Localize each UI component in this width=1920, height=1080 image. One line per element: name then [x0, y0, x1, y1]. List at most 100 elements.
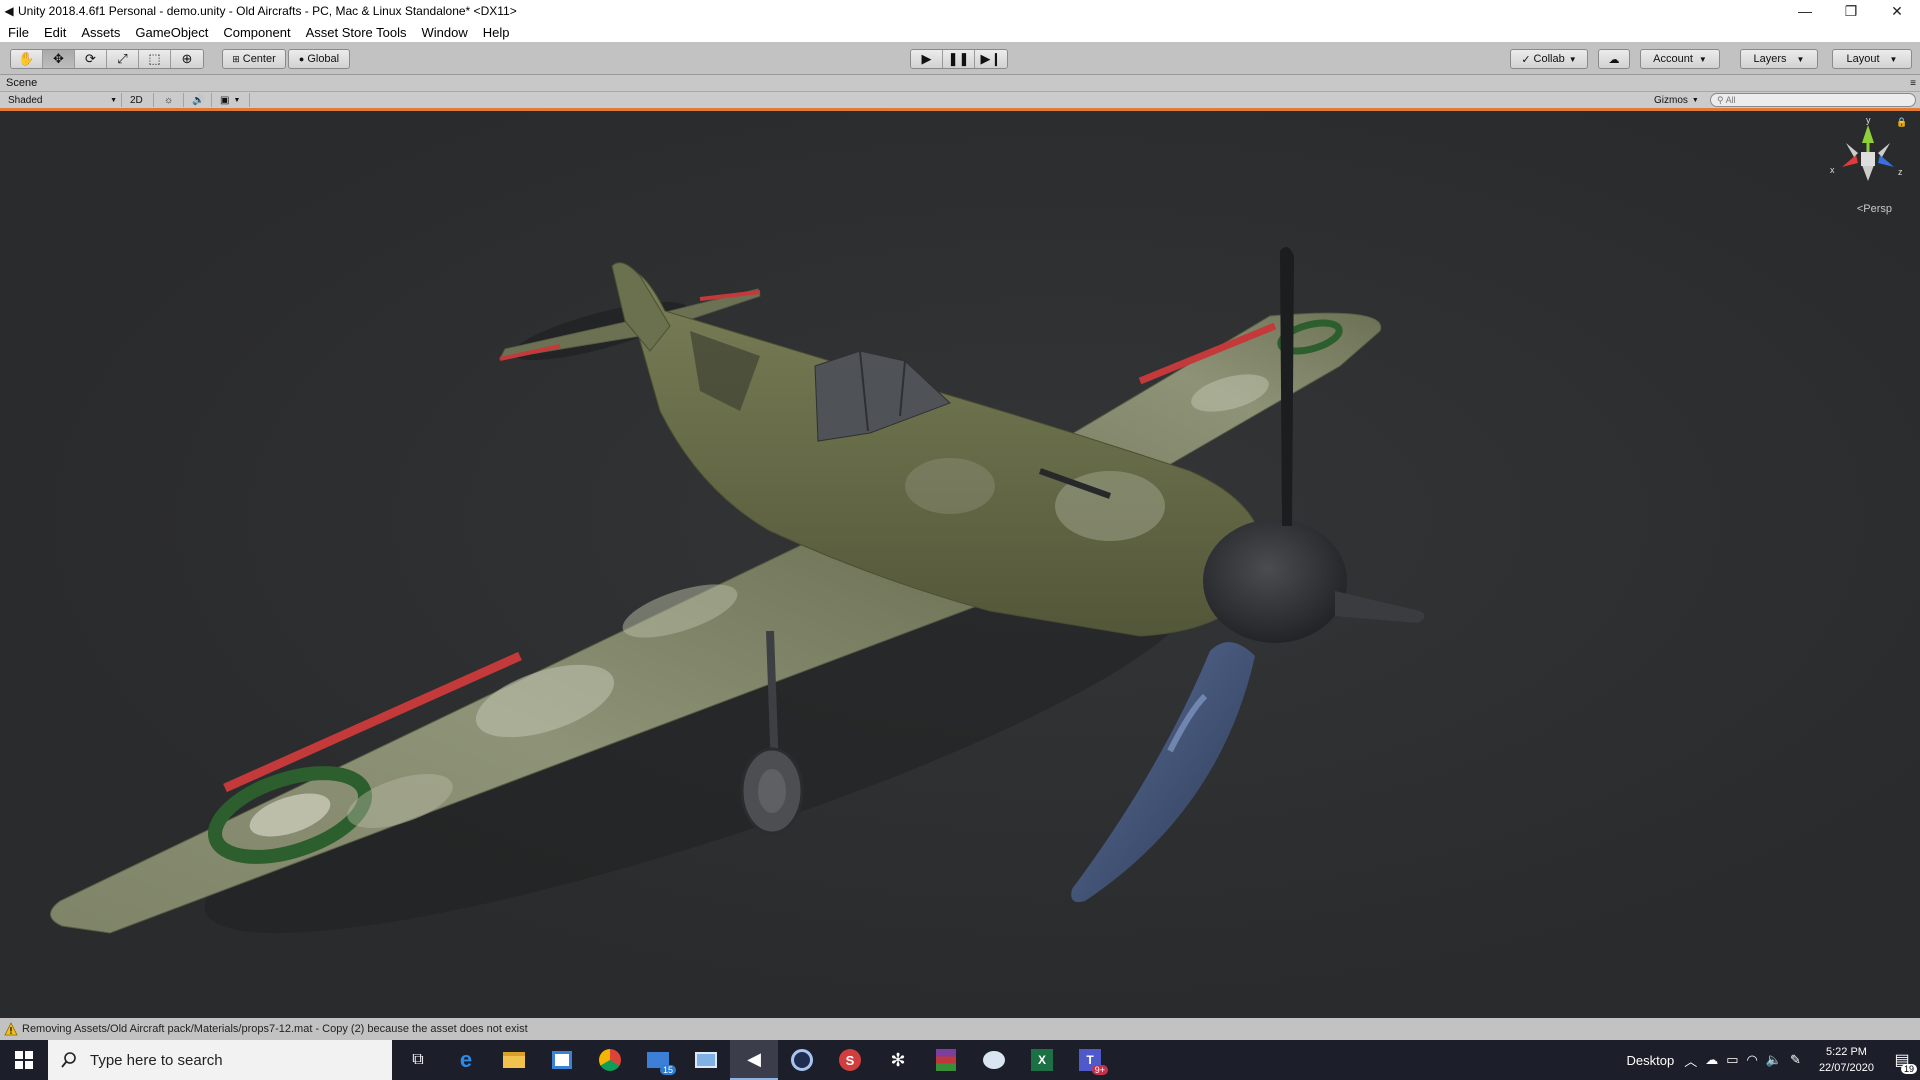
scene-tab-label: Scene — [6, 77, 38, 89]
paint-icon[interactable] — [970, 1040, 1018, 1080]
pivot-global-button[interactable]: ● Global — [288, 49, 350, 69]
notification-badge: 19 — [1900, 1064, 1917, 1074]
menu-help[interactable]: Help — [483, 25, 510, 40]
onedrive-icon[interactable]: ☁ — [1705, 1052, 1718, 1068]
menu-window[interactable]: Window — [422, 25, 468, 40]
unity-icon[interactable]: ◀ — [730, 1040, 778, 1080]
desktop-toolbar-label[interactable]: Desktop — [1626, 1053, 1674, 1068]
menu-asset-store-tools[interactable]: Asset Store Tools — [306, 25, 407, 40]
console-status-bar[interactable]: Removing Assets/Old Aircraft pack/Materi… — [0, 1018, 1920, 1040]
chevron-down-icon: ▼ — [1691, 96, 1699, 104]
axis-z-label: z — [1898, 167, 1903, 177]
window-title: Unity 2018.4.6f1 Personal - demo.unity -… — [18, 4, 517, 18]
scene-viewport[interactable]: y x z 🔒 <Persp — [0, 111, 1920, 1018]
aircraft-model[interactable] — [0, 111, 1920, 1018]
close-button[interactable]: ✕ — [1874, 0, 1920, 22]
pen-icon[interactable]: ✎ — [1790, 1052, 1801, 1068]
scene-tab[interactable]: Scene ≡ — [0, 75, 1920, 92]
step-icon[interactable]: ▶❙ — [975, 50, 1007, 68]
slack-icon[interactable]: ✻ — [874, 1040, 922, 1080]
lock-icon[interactable]: 🔒 — [1896, 117, 1907, 128]
projection-label: Persp — [1863, 203, 1892, 215]
lighting-toggle[interactable]: ☼ — [160, 93, 184, 107]
layers-dropdown[interactable]: Layers ▼ — [1740, 49, 1818, 69]
hand-tool-icon[interactable]: ✋ — [11, 50, 43, 68]
transform-tool-icon[interactable]: ⊕ — [171, 50, 203, 68]
chevron-down-icon: ▼ — [1568, 54, 1577, 64]
axis-y-label: y — [1866, 115, 1871, 125]
restore-button[interactable]: ❐ — [1828, 0, 1874, 22]
space-label: Global — [307, 53, 340, 65]
play-icon[interactable]: ▶ — [911, 50, 943, 68]
volume-icon[interactable]: 🔈 — [1766, 1052, 1782, 1068]
mail-icon[interactable]: 15 — [634, 1040, 682, 1080]
search-placeholder: All — [1725, 95, 1736, 105]
collab-label: Collab — [1533, 53, 1565, 65]
chevron-up-icon[interactable]: ︿ — [1684, 1051, 1697, 1070]
pause-icon[interactable]: ❚❚ — [943, 50, 975, 68]
clock-time: 5:22 PM — [1825, 1046, 1867, 1058]
menu-edit[interactable]: Edit — [44, 25, 66, 40]
minimize-button[interactable]: — — [1782, 0, 1828, 22]
menu-assets[interactable]: Assets — [81, 25, 120, 40]
taskbar-search-input[interactable]: Type here to search — [48, 1040, 392, 1080]
store-icon[interactable] — [538, 1040, 586, 1080]
notifications-button[interactable]: ▤ 19 — [1884, 1040, 1920, 1080]
excel-icon[interactable]: X — [1018, 1040, 1066, 1080]
wifi-icon[interactable]: ◠ — [1747, 1052, 1758, 1068]
pivot-label: Center — [242, 53, 276, 65]
task-view-icon[interactable]: ⧉ — [394, 1040, 442, 1080]
rotate-tool-icon[interactable]: ⟳ — [75, 50, 107, 68]
window-controls: — ❐ ✕ — [1782, 0, 1920, 22]
start-button[interactable] — [0, 1040, 48, 1080]
collab-dropdown[interactable]: ✓ Collab ▼ — [1510, 49, 1588, 69]
axis-x-label: x — [1830, 165, 1835, 175]
gizmos-dropdown[interactable]: Gizmos ▼ — [1650, 93, 1706, 107]
remote-desktop-icon[interactable] — [682, 1040, 730, 1080]
effects-dropdown[interactable]: ▣ ▼ — [216, 93, 250, 107]
move-tool-icon[interactable]: ✥ — [43, 50, 75, 68]
menu-file[interactable]: File — [8, 25, 29, 40]
speaker-icon: 🔊 — [192, 94, 205, 106]
pivot-center-button[interactable]: ⊞ Center — [222, 49, 286, 69]
2d-label: 2D — [130, 94, 143, 106]
system-tray: Desktop ︿ ☁ ▭ ◠ 🔈 ✎ 5:22 PM 22/07/2020 ▤… — [1626, 1040, 1920, 1080]
chevron-down-icon: ▼ — [1698, 54, 1707, 64]
layout-dropdown[interactable]: Layout ▼ — [1832, 49, 1912, 69]
windows-logo-icon — [15, 1051, 33, 1069]
clock[interactable]: 5:22 PM 22/07/2020 — [1819, 1044, 1874, 1076]
menu-gameobject[interactable]: GameObject — [135, 25, 208, 40]
teams-badge: 9+ — [1091, 1065, 1108, 1075]
taskbar-apps: ⧉ e 15 ◀ S ✻ X T 9+ — [394, 1040, 1114, 1080]
file-explorer-icon[interactable] — [490, 1040, 538, 1080]
scale-tool-icon[interactable]: ⤢ — [107, 50, 139, 68]
cinema4d-icon[interactable] — [778, 1040, 826, 1080]
taskbar-search-placeholder: Type here to search — [90, 1051, 223, 1069]
chevron-down-icon: ▼ — [1889, 54, 1898, 64]
window-title-bar: ◀ Unity 2018.4.6f1 Personal - demo.unity… — [0, 0, 1920, 22]
2d-toggle[interactable]: 2D — [126, 93, 154, 107]
sun-icon: ☼ — [164, 94, 174, 106]
scene-search-input[interactable]: ⚲ All — [1710, 93, 1916, 107]
warning-icon — [4, 1022, 18, 1036]
projection-toggle[interactable]: <Persp — [1857, 203, 1892, 215]
teams-icon[interactable]: T 9+ — [1066, 1040, 1114, 1080]
tab-menu-icon[interactable]: ≡ — [1910, 75, 1916, 92]
audio-toggle[interactable]: 🔊 — [188, 93, 212, 107]
layout-label: Layout — [1846, 53, 1880, 65]
winrar-icon[interactable] — [922, 1040, 970, 1080]
rect-tool-icon[interactable]: ⬚ — [139, 50, 171, 68]
substance-icon[interactable]: S — [826, 1040, 874, 1080]
menu-component[interactable]: Component — [223, 25, 290, 40]
orientation-gizmo[interactable]: y x z 🔒 — [1828, 115, 1908, 215]
menu-bar: File Edit Assets GameObject Component As… — [0, 22, 1920, 42]
edge-icon[interactable]: e — [442, 1040, 490, 1080]
mail-badge: 15 — [659, 1065, 676, 1075]
account-dropdown[interactable]: Account ▼ — [1640, 49, 1720, 69]
layers-label: Layers — [1753, 53, 1787, 65]
status-message: Removing Assets/Old Aircraft pack/Materi… — [22, 1023, 528, 1035]
chrome-icon[interactable] — [586, 1040, 634, 1080]
battery-icon[interactable]: ▭ — [1726, 1052, 1738, 1068]
cloud-button[interactable]: ☁ — [1598, 49, 1630, 69]
shading-mode-dropdown[interactable]: Shaded ▼ — [4, 93, 122, 107]
